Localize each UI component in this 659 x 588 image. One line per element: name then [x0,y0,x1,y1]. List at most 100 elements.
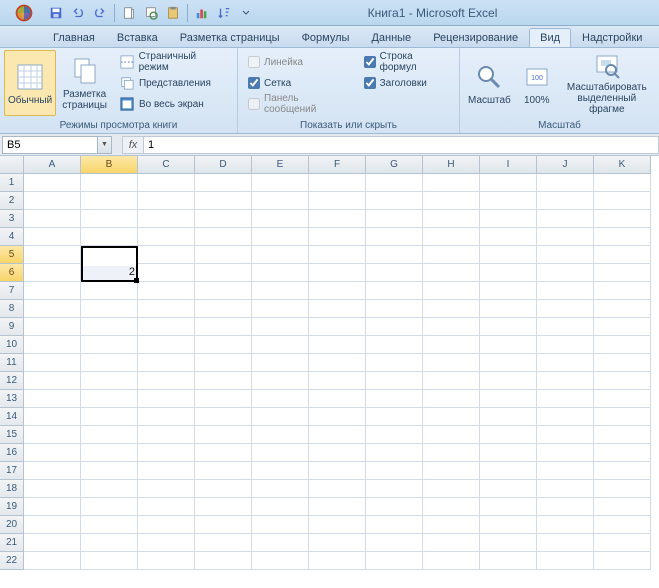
row-header-5[interactable]: 5 [0,246,24,264]
cell-B11[interactable] [81,354,138,372]
cell-H1[interactable] [423,174,480,192]
cell-J3[interactable] [537,210,594,228]
cell-H18[interactable] [423,480,480,498]
cell-C11[interactable] [138,354,195,372]
qat-item-7[interactable] [192,3,212,23]
zoom-button[interactable]: Масштаб [464,50,515,116]
cell-J4[interactable] [537,228,594,246]
cell-J7[interactable] [537,282,594,300]
cell-F12[interactable] [309,372,366,390]
column-header-C[interactable]: C [138,156,195,174]
cell-D20[interactable] [195,516,252,534]
cell-E19[interactable] [252,498,309,516]
row-header-6[interactable]: 6 [0,264,24,282]
cell-J8[interactable] [537,300,594,318]
cell-B17[interactable] [81,462,138,480]
cell-F7[interactable] [309,282,366,300]
cell-C1[interactable] [138,174,195,192]
undo-button[interactable] [68,3,88,23]
cell-E14[interactable] [252,408,309,426]
cell-H2[interactable] [423,192,480,210]
cell-B15[interactable] [81,426,138,444]
cell-J10[interactable] [537,336,594,354]
cell-D22[interactable] [195,552,252,570]
cell-K20[interactable] [594,516,651,534]
cell-C15[interactable] [138,426,195,444]
cell-K7[interactable] [594,282,651,300]
cell-E12[interactable] [252,372,309,390]
cell-I15[interactable] [480,426,537,444]
cell-F14[interactable] [309,408,366,426]
cell-I17[interactable] [480,462,537,480]
cell-G9[interactable] [366,318,423,336]
cell-K4[interactable] [594,228,651,246]
cell-J2[interactable] [537,192,594,210]
cell-K8[interactable] [594,300,651,318]
cell-G1[interactable] [366,174,423,192]
cell-J11[interactable] [537,354,594,372]
tab-review[interactable]: Рецензирование [422,28,529,47]
cell-F2[interactable] [309,192,366,210]
formula-bar-checkbox[interactable]: Строка формул [360,52,453,72]
headings-checkbox[interactable]: Заголовки [360,73,453,93]
cell-I14[interactable] [480,408,537,426]
cell-D21[interactable] [195,534,252,552]
qat-item-5[interactable] [141,3,161,23]
cell-D17[interactable] [195,462,252,480]
cell-C9[interactable] [138,318,195,336]
name-box[interactable]: B5 [2,136,98,154]
cell-I6[interactable] [480,264,537,282]
cell-F4[interactable] [309,228,366,246]
cell-C14[interactable] [138,408,195,426]
cell-B9[interactable] [81,318,138,336]
cell-D9[interactable] [195,318,252,336]
row-header-3[interactable]: 3 [0,210,24,228]
cell-I3[interactable] [480,210,537,228]
cell-C7[interactable] [138,282,195,300]
cell-K3[interactable] [594,210,651,228]
cell-H10[interactable] [423,336,480,354]
qat-dropdown[interactable] [236,3,256,23]
tab-formulas[interactable]: Формулы [291,28,361,47]
cell-E2[interactable] [252,192,309,210]
cell-G14[interactable] [366,408,423,426]
cell-E17[interactable] [252,462,309,480]
row-header-14[interactable]: 14 [0,408,24,426]
row-header-17[interactable]: 17 [0,462,24,480]
cell-J13[interactable] [537,390,594,408]
cell-H17[interactable] [423,462,480,480]
row-header-16[interactable]: 16 [0,444,24,462]
cell-K1[interactable] [594,174,651,192]
row-header-20[interactable]: 20 [0,516,24,534]
column-header-D[interactable]: D [195,156,252,174]
tab-insert[interactable]: Вставка [106,28,169,47]
name-box-dropdown[interactable]: ▼ [98,136,112,154]
cell-C4[interactable] [138,228,195,246]
cell-G8[interactable] [366,300,423,318]
tab-data[interactable]: Данные [360,28,422,47]
cell-C8[interactable] [138,300,195,318]
column-header-I[interactable]: I [480,156,537,174]
cell-H12[interactable] [423,372,480,390]
cell-B14[interactable] [81,408,138,426]
cell-J18[interactable] [537,480,594,498]
cell-C17[interactable] [138,462,195,480]
cell-B16[interactable] [81,444,138,462]
cell-E13[interactable] [252,390,309,408]
cell-K17[interactable] [594,462,651,480]
cell-E16[interactable] [252,444,309,462]
cell-E6[interactable] [252,264,309,282]
cell-G5[interactable] [366,246,423,264]
cell-F10[interactable] [309,336,366,354]
column-header-G[interactable]: G [366,156,423,174]
cell-A9[interactable] [24,318,81,336]
cell-A5[interactable] [24,246,81,264]
cell-K22[interactable] [594,552,651,570]
tab-view[interactable]: Вид [529,28,571,47]
cell-C10[interactable] [138,336,195,354]
cell-K10[interactable] [594,336,651,354]
cell-I18[interactable] [480,480,537,498]
zoom-to-selection-button[interactable]: Масштабировать выделенный фрагме [559,50,655,116]
cell-I2[interactable] [480,192,537,210]
cell-G13[interactable] [366,390,423,408]
